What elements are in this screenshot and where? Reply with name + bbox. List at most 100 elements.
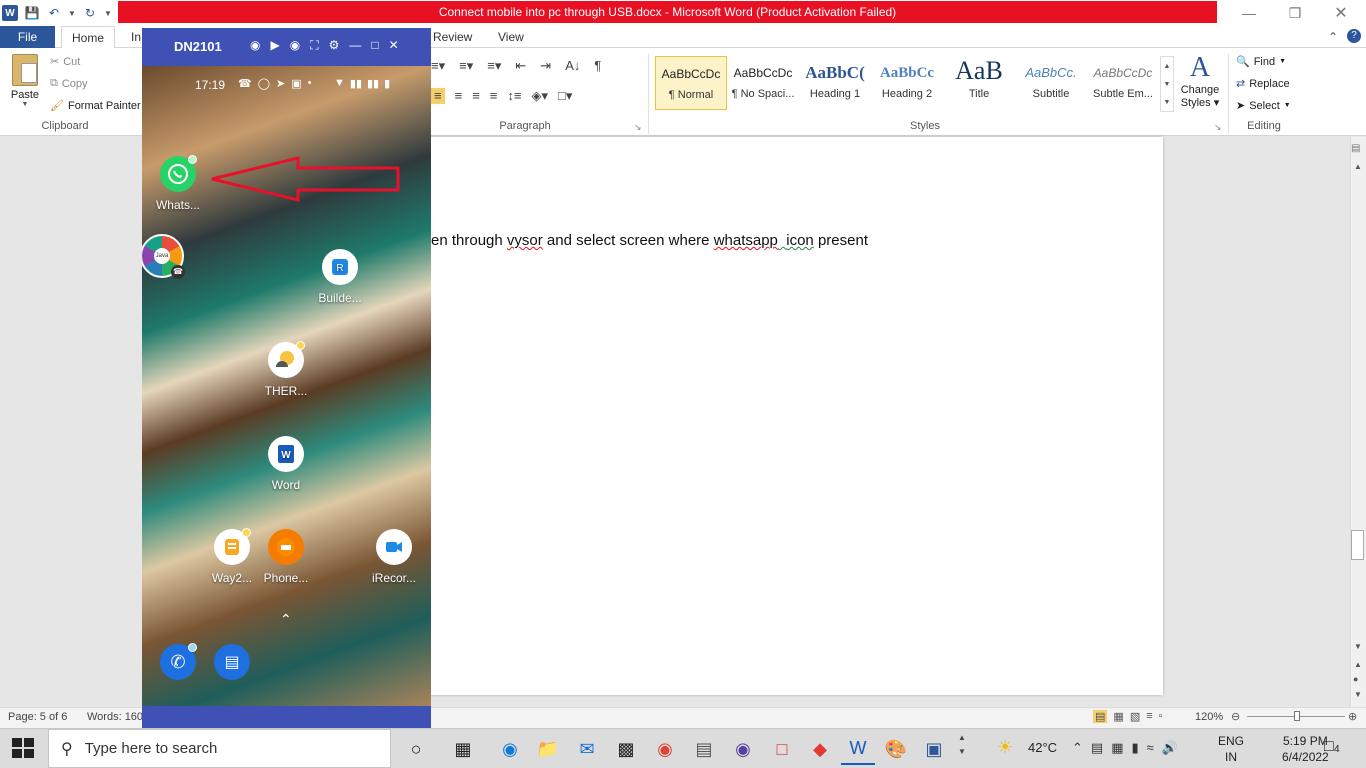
paint-icon[interactable]: 🎨	[879, 733, 913, 765]
style-no-spacing[interactable]: AaBbCcDc ¶ No Spaci...	[727, 56, 799, 110]
store-icon[interactable]: ▤	[687, 733, 721, 765]
fullscreen-icon[interactable]: ⛶	[310, 38, 318, 53]
network-icon[interactable]: ▤	[1091, 740, 1103, 756]
undo-dropdown-icon[interactable]: ▼	[68, 5, 76, 21]
app-builder[interactable]: R Builde...	[310, 249, 370, 305]
redo-icon[interactable]: ↻	[82, 5, 98, 21]
replace-button[interactable]: ⇄ Replace	[1236, 77, 1290, 91]
zoom-level[interactable]: 120%	[1195, 711, 1223, 723]
taskbar-scroll-icon[interactable]: ▲ ▼	[958, 731, 966, 759]
word-taskbar-icon[interactable]: W	[841, 733, 875, 765]
scroll-up-arrow[interactable]: ▲	[1354, 162, 1362, 171]
styles-launcher-icon[interactable]: ↘	[1214, 122, 1222, 133]
zoom-in-icon[interactable]: ⊕	[1348, 710, 1357, 723]
save-icon[interactable]: 💾	[24, 5, 40, 21]
word-count[interactable]: Words: 160	[87, 711, 143, 723]
phone-dialer-icon[interactable]: ✆	[160, 643, 197, 680]
borders-icon[interactable]: □▾	[558, 88, 572, 104]
copy-button[interactable]: ⧉ Copy	[50, 77, 88, 90]
language-indicator[interactable]: ENG IN	[1218, 733, 1244, 765]
phone-screen[interactable]: 17:19 ☎ ◯ ➤ ▣ • ▼ ▮▮ ▮▮ ▮ Whats... Java …	[142, 66, 431, 725]
format-painter-button[interactable]: 🖌 Format Painter	[50, 99, 141, 113]
paste-button[interactable]: Paste ▼	[8, 54, 42, 108]
find-button[interactable]: 🔍 Find ▼	[1236, 55, 1286, 69]
headphones-icon[interactable]: ◉	[290, 38, 300, 53]
notification-center-icon[interactable]: □ 4	[1324, 738, 1344, 758]
restore-button[interactable]: ❐	[1272, 0, 1318, 26]
tray-chevron-icon[interactable]: ⌃	[1072, 740, 1083, 756]
vysor-taskbar-icon[interactable]: ▣	[917, 733, 951, 765]
increase-indent-icon[interactable]: ⇥	[540, 58, 551, 74]
messages-icon[interactable]: ▤	[214, 644, 250, 680]
web-layout-icon[interactable]: ▧	[1130, 710, 1140, 723]
decrease-indent-icon[interactable]: ⇤	[515, 58, 526, 74]
app-weather[interactable]: THER...	[256, 341, 316, 398]
print-layout-icon[interactable]: ▤	[1093, 710, 1108, 723]
camera-icon[interactable]: ◉	[250, 38, 260, 53]
more-styles-icon[interactable]: ▼	[1164, 99, 1171, 106]
weather-sun-icon[interactable]: ☀	[997, 737, 1013, 758]
select-button[interactable]: ➤ Select ▼	[1236, 99, 1291, 113]
file-explorer-icon[interactable]: 📁	[531, 733, 565, 765]
app-word[interactable]: W Word	[256, 436, 316, 492]
tab-view[interactable]: View	[488, 26, 534, 48]
style-normal[interactable]: AaBbCcDc ¶ Normal	[655, 56, 727, 110]
app-irecorder[interactable]: iRecor...	[364, 529, 424, 585]
volume-icon[interactable]: 🔊	[1162, 740, 1178, 756]
chrome-icon[interactable]: ◉	[648, 733, 682, 765]
taskbar-search[interactable]: ⚲ Type here to search	[48, 729, 391, 768]
align-center-icon[interactable]: ≡	[455, 88, 463, 104]
full-screen-reading-icon[interactable]: ▦	[1113, 710, 1123, 723]
style-title[interactable]: AaB Title	[943, 56, 1015, 110]
clock[interactable]: 5:19 PM 6/4/2022	[1282, 733, 1329, 765]
wifi-tray-icon[interactable]: ≈	[1147, 740, 1154, 756]
windows-start-icon[interactable]	[12, 738, 34, 758]
customize-qat-icon[interactable]: ▼	[104, 5, 112, 21]
shading-icon[interactable]: ◈▾	[531, 88, 548, 104]
undo-icon[interactable]: ↶	[46, 5, 62, 21]
collapse-ribbon-icon[interactable]: ⌃	[1328, 30, 1338, 44]
battery-tray-icon[interactable]: ▮	[1132, 740, 1139, 756]
vysor-maximize-icon[interactable]: □	[371, 38, 378, 53]
notes-app-icon[interactable]: □	[765, 733, 799, 765]
scroll-thumb[interactable]	[1351, 530, 1364, 560]
scroll-down-icon[interactable]: ▼	[1164, 81, 1171, 88]
app-way2[interactable]: Way2...	[202, 528, 262, 585]
document-text[interactable]: en through vysor and select screen where…	[431, 232, 868, 249]
align-left-icon[interactable]: ≡	[431, 88, 445, 104]
vertical-scrollbar[interactable]	[1350, 137, 1366, 707]
media-player-icon[interactable]: ◉	[726, 733, 760, 765]
edge-icon[interactable]: ◉	[493, 733, 527, 765]
outline-icon[interactable]: ≡	[1146, 710, 1152, 723]
style-subtitle[interactable]: AaBbCc. Subtitle	[1015, 56, 1087, 110]
line-spacing-icon[interactable]: ↕≡	[507, 88, 521, 104]
justify-icon[interactable]: ≡	[490, 88, 498, 104]
multilevel-list-icon[interactable]: ≡▾	[487, 58, 501, 74]
previous-page-icon[interactable]: ▲	[1354, 660, 1362, 669]
tab-home[interactable]: Home	[61, 26, 116, 49]
java-app-icon[interactable]: Java ☎	[142, 234, 185, 279]
task-view-icon[interactable]: ▦	[446, 733, 480, 765]
anydesk-icon[interactable]: ◆	[803, 733, 837, 765]
cut-button[interactable]: ✂ Cut	[50, 55, 80, 69]
video-icon[interactable]: ▶	[270, 38, 279, 53]
cortana-icon[interactable]: ○	[399, 733, 433, 765]
sort-icon[interactable]: A↓	[565, 58, 580, 74]
style-heading-2[interactable]: AaBbCc Heading 2	[871, 56, 943, 110]
vysor-minimize-icon[interactable]: —	[349, 38, 361, 53]
help-icon[interactable]: ?	[1347, 29, 1361, 43]
change-styles-button[interactable]: A Change Styles ▾	[1177, 52, 1223, 109]
app-phonepe[interactable]: Phone...	[256, 529, 316, 585]
scroll-down-arrow[interactable]: ▼	[1354, 642, 1362, 651]
zoom-out-icon[interactable]: ⊖	[1231, 710, 1240, 723]
styles-scroll[interactable]: ▲ ▼ ▼	[1160, 56, 1174, 112]
minimize-button[interactable]: —	[1226, 0, 1272, 26]
style-subtle-emphasis[interactable]: AaBbCcDc Subtle Em...	[1087, 56, 1159, 110]
numbering-icon[interactable]: ≡▾	[459, 58, 473, 74]
paragraph-launcher-icon[interactable]: ↘	[634, 122, 642, 133]
zoom-slider-thumb[interactable]	[1294, 711, 1300, 721]
browse-object-icon[interactable]: ●	[1353, 674, 1358, 684]
align-right-icon[interactable]: ≡	[472, 88, 480, 104]
app-drawer-chevron-icon[interactable]: ⌃	[280, 611, 292, 628]
draft-icon[interactable]: ▫	[1159, 710, 1163, 723]
